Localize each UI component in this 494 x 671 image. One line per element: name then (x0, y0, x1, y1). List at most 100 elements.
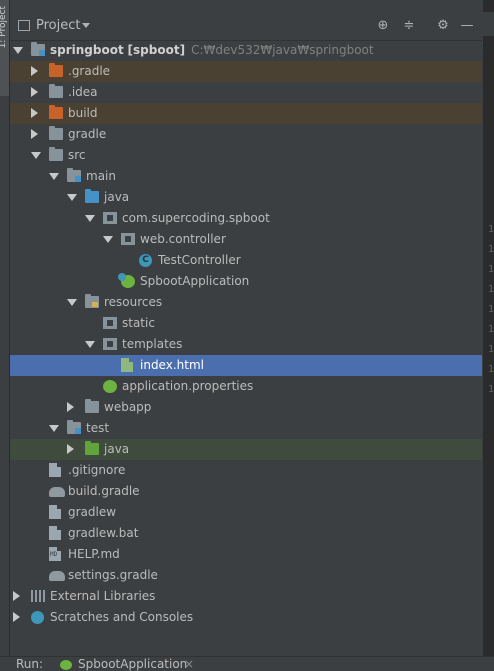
test-folder-icon (85, 441, 99, 455)
expanded-arrow-icon[interactable] (49, 425, 59, 432)
git-file-icon (49, 463, 61, 477)
tree-node[interactable]: .gitignore (10, 460, 482, 481)
expanded-arrow-icon[interactable] (85, 215, 95, 222)
collapse-all-icon[interactable]: ≑ (402, 19, 416, 33)
tree-node-label: SpbootApplication (140, 274, 250, 288)
tree-node[interactable]: C TestController (10, 250, 482, 271)
tree-node-label: main (86, 169, 116, 183)
tree-node[interactable]: java (10, 439, 482, 460)
gradle-icon (49, 571, 65, 581)
tree-node[interactable]: gradle (10, 124, 482, 145)
tree-node[interactable]: gradlew.bat (10, 523, 482, 544)
tree-node[interactable]: web.controller (10, 229, 482, 250)
expanded-arrow-icon[interactable] (85, 341, 95, 348)
expanded-arrow-icon[interactable] (67, 299, 77, 306)
gradle-icon (49, 487, 65, 497)
tree-node-label: .idea (68, 85, 98, 99)
markdown-file-icon: MD (49, 547, 61, 561)
collapsed-arrow-icon[interactable] (31, 108, 38, 118)
collapsed-arrow-icon[interactable] (31, 66, 38, 76)
tree-node[interactable]: java (10, 187, 482, 208)
package-icon (121, 233, 135, 245)
folder-icon (49, 126, 63, 140)
tree-node-label: gradlew.bat (68, 526, 139, 540)
collapsed-arrow-icon[interactable] (67, 402, 74, 412)
tree-node[interactable]: templates (10, 334, 482, 355)
tree-node-label: HELP.md (68, 547, 120, 561)
line-number: 1 (488, 224, 494, 235)
module-folder-icon (67, 168, 81, 182)
scratches-icon (31, 611, 44, 624)
tree-node-label: External Libraries (50, 589, 156, 603)
folder-icon (49, 63, 63, 77)
tree-node-label: index.html (140, 358, 204, 372)
tree-node[interactable]: SpbootApplication (10, 271, 482, 292)
resources-folder-icon (85, 294, 99, 308)
class-icon: C (139, 254, 152, 267)
view-dropdown-icon[interactable] (82, 23, 90, 28)
tree-node[interactable]: com.supercoding.spboot (10, 208, 482, 229)
tree-node-label: com.supercoding.spboot (122, 211, 270, 225)
project-tool-tab[interactable]: 1: Project (0, 0, 9, 96)
tree-node-label: build.gradle (68, 484, 140, 498)
file-icon (49, 505, 61, 519)
gear-icon[interactable]: ⚙ (436, 19, 450, 33)
package-icon (103, 338, 117, 350)
tree-node-label: .gradle (68, 64, 111, 78)
folder-icon (85, 399, 99, 413)
spring-properties-icon (103, 380, 117, 393)
hide-icon[interactable]: — (460, 19, 474, 33)
collapsed-arrow-icon[interactable] (67, 444, 74, 454)
tree-node[interactable]: External Libraries (10, 586, 482, 607)
tree-node[interactable]: test (10, 418, 482, 439)
tree-node[interactable]: main (10, 166, 482, 187)
module-folder-icon (67, 420, 81, 434)
tree-node[interactable]: static (10, 313, 482, 334)
tree-node[interactable]: .idea (10, 82, 482, 103)
expanded-arrow-icon[interactable] (31, 152, 41, 159)
tree-node-label: resources (104, 295, 163, 309)
html-file-icon (121, 358, 133, 372)
tree-node-label: webapp (104, 400, 152, 414)
source-folder-icon (85, 189, 99, 203)
expanded-arrow-icon[interactable] (49, 173, 59, 180)
line-number: 1 (488, 284, 494, 295)
tree-node-label: gradlew (68, 505, 117, 519)
folder-icon (49, 147, 63, 161)
package-icon (103, 317, 117, 329)
tree-node[interactable]: springboot [spboot] C:₩dev532₩java₩spring… (10, 40, 482, 61)
tree-node[interactable]: src (10, 145, 482, 166)
collapsed-arrow-icon[interactable] (13, 612, 20, 622)
collapsed-arrow-icon[interactable] (31, 129, 38, 139)
expanded-arrow-icon[interactable] (13, 47, 23, 54)
tree-node-label: static (122, 316, 155, 330)
tree-node[interactable]: build.gradle (10, 481, 482, 502)
tree-node[interactable]: webapp (10, 397, 482, 418)
project-panel: Project ⊕ ≑ ⚙ — springboot [spboot] C:₩de… (10, 0, 482, 656)
tree-node[interactable]: Scratches and Consoles (10, 607, 482, 628)
tree-node-label: gradle (68, 127, 107, 141)
run-toolbar: Run: SpbootApplication × (0, 656, 494, 671)
expanded-arrow-icon[interactable] (67, 194, 77, 201)
tree-node[interactable]: settings.gradle (10, 565, 482, 586)
expanded-arrow-icon[interactable] (103, 236, 113, 243)
collapsed-arrow-icon[interactable] (31, 87, 38, 97)
collapsed-arrow-icon[interactable] (13, 591, 20, 601)
tree-node[interactable]: build (10, 103, 482, 124)
line-number: 1 (488, 384, 494, 395)
editor-tab-strip (483, 12, 494, 36)
project-tool-tab-label: 1: Project (0, 6, 8, 49)
tree-node[interactable]: index.html (10, 355, 482, 376)
tree-node[interactable]: gradlew (10, 502, 482, 523)
locate-icon[interactable]: ⊕ (376, 19, 390, 33)
tree-node[interactable]: resources (10, 292, 482, 313)
left-tool-strip: 1: Project (0, 0, 10, 656)
editor-gutter: 1 1 1 1 1 1 1 1 1 (483, 0, 494, 656)
tree-node-label: application.properties (122, 379, 254, 393)
tree-node[interactable]: application.properties (10, 376, 482, 397)
tree-node[interactable]: MD HELP.md (10, 544, 482, 565)
module-id: [spboot] (127, 43, 186, 57)
panel-title[interactable]: Project (36, 18, 80, 33)
project-view-icon (18, 20, 30, 31)
tree-node[interactable]: .gradle (10, 61, 482, 82)
